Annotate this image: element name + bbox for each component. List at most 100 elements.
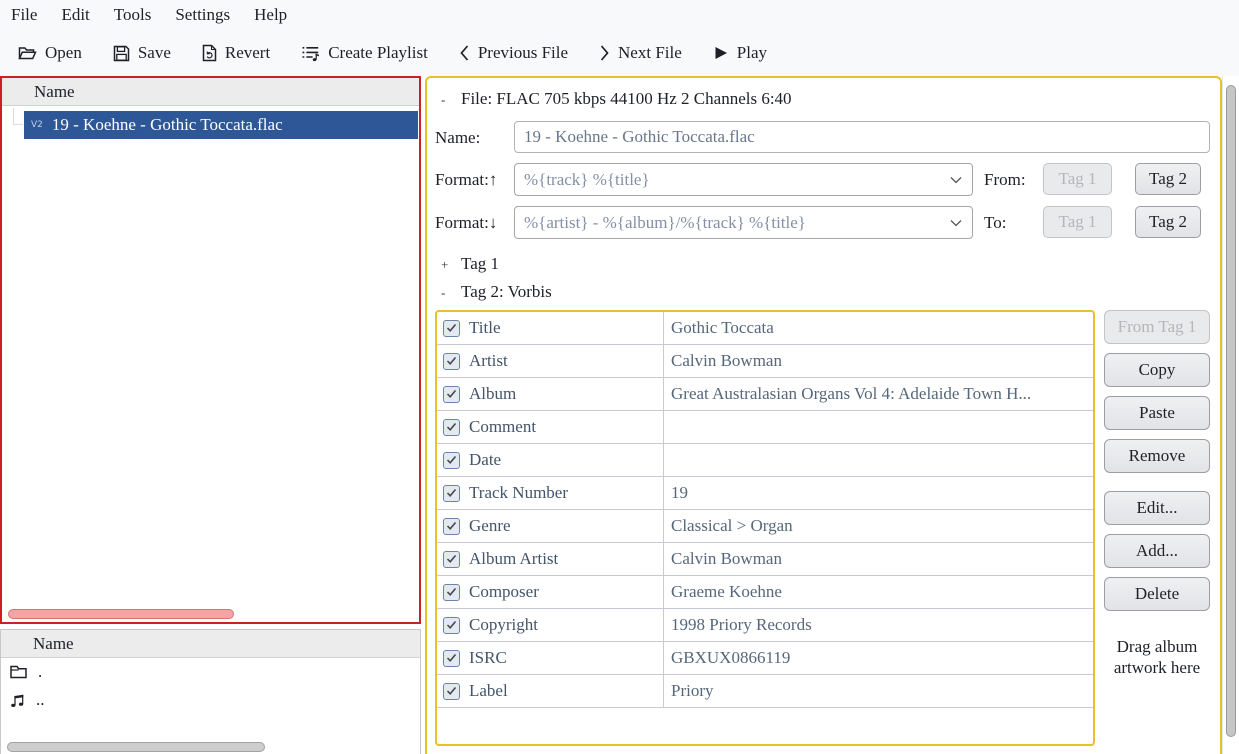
file-list-panel: Name V219 - Koehne - Gothic Toccata.flac [0, 76, 421, 624]
toolbar-button-label: Play [737, 43, 767, 63]
toolbar-revert-button[interactable]: Revert [202, 43, 270, 63]
tag-value-copyright[interactable]: 1998 Priory Records [664, 609, 1093, 641]
paste-button[interactable]: Paste [1104, 396, 1210, 430]
checkbox-comment[interactable] [443, 419, 460, 436]
to-tag2-button[interactable]: Tag 2 [1135, 206, 1201, 238]
play-icon [713, 45, 729, 61]
checkbox-title[interactable] [443, 320, 460, 337]
checkbox-composer[interactable] [443, 584, 460, 601]
directory-list-hscrollbar[interactable] [1, 741, 420, 753]
filename-label: Name: [435, 128, 480, 148]
menu-edit[interactable]: Edit [61, 5, 89, 25]
vertical-scrollbar[interactable] [1222, 76, 1239, 754]
file-section-header: - File: FLAC 705 kbps 44100 Hz 2 Channel… [441, 89, 792, 109]
tag-value-isrc[interactable]: GBXUX0866119 [664, 642, 1093, 674]
tag-row-title: TitleGothic Toccata [437, 312, 1093, 345]
tag-row-track-number: Track Number 19 [437, 477, 1093, 510]
tag-field-cell: Album [437, 378, 664, 410]
tag-value-text: 1998 Priory Records [671, 615, 812, 635]
tag1-section-toggle[interactable]: + [441, 257, 455, 273]
checkbox-album-artist[interactable] [443, 551, 460, 568]
file-list-item[interactable]: V219 - Koehne - Gothic Toccata.flac [24, 111, 418, 139]
toolbar-save-button[interactable]: Save [113, 43, 171, 63]
menu-file[interactable]: File [11, 5, 37, 25]
checkbox-label[interactable] [443, 683, 460, 700]
directory-list-hscrollbar-thumb[interactable] [7, 742, 265, 752]
tag-value-album[interactable]: Great Australasian Organs Vol 4: Adelaid… [664, 378, 1093, 410]
tag-value-comment[interactable] [664, 411, 1093, 443]
tag-row-date: Date [437, 444, 1093, 477]
checkbox-album[interactable] [443, 386, 460, 403]
from-tag1-action-button[interactable]: From Tag 1 [1104, 310, 1210, 344]
tag-field-label: Label [469, 681, 508, 701]
tag-value-album-artist[interactable]: Calvin Bowman [664, 543, 1093, 575]
tag-field-label: Artist [469, 351, 508, 371]
artwork-drop-area[interactable]: Drag album artwork here [1099, 636, 1215, 679]
tag-row-copyright: Copyright 1998 Priory Records [437, 609, 1093, 642]
directory-list-header-name[interactable]: Name [1, 630, 420, 658]
tag-value-date[interactable] [664, 444, 1093, 476]
from-tag1-button[interactable]: Tag 1 [1043, 163, 1112, 195]
combobox-value: %{track} %{title} [524, 170, 650, 190]
directory-list-item[interactable]: . [1, 658, 420, 686]
checkbox-track-number[interactable] [443, 485, 460, 502]
tag-field-label: Date [469, 450, 501, 470]
menu-tools[interactable]: Tools [114, 5, 152, 25]
toolbar-previous-file-button[interactable]: Previous File [459, 43, 568, 63]
chevron-right-icon [599, 44, 610, 62]
file-list-header-name[interactable]: Name [2, 78, 419, 106]
tag-field-cell: ISRC [437, 642, 664, 674]
tag-field-cell: Copyright [437, 609, 664, 641]
toolbar-button-label: Revert [225, 43, 270, 63]
checkbox-date[interactable] [443, 452, 460, 469]
checkbox-copyright[interactable] [443, 617, 460, 634]
to-tag1-button[interactable]: Tag 1 [1043, 206, 1112, 238]
file-list-hscrollbar[interactable] [2, 608, 419, 620]
copy-button[interactable]: Copy [1104, 353, 1210, 387]
tag-value-text: Calvin Bowman [671, 549, 782, 569]
tag-value-genre[interactable]: Classical > Organ [664, 510, 1093, 542]
tag-editor-panel: - File: FLAC 705 kbps 44100 Hz 2 Channel… [425, 76, 1222, 754]
tag-field-cell: Track Number [437, 477, 664, 509]
tag-value-text: 19 [671, 483, 688, 503]
tag-value-track-number[interactable]: 19 [664, 477, 1093, 509]
checkbox-artist[interactable] [443, 353, 460, 370]
directory-list-item[interactable]: .. [1, 686, 420, 714]
filename-input[interactable]: 19 - Koehne - Gothic Toccata.flac [514, 121, 1210, 153]
tag-value-title[interactable]: Gothic Toccata [664, 312, 1093, 344]
menu-settings[interactable]: Settings [175, 5, 230, 25]
menubar: File Edit Tools Settings Help [0, 0, 1239, 30]
tag-value-label[interactable]: Priory [664, 675, 1093, 707]
tag1-section-header: + Tag 1 [441, 254, 499, 274]
checkbox-genre[interactable] [443, 518, 460, 535]
tag-row-isrc: ISRCGBXUX0866119 [437, 642, 1093, 675]
format-from-filename-combobox[interactable]: %{track} %{title} [514, 163, 973, 196]
tag-value-artist[interactable]: Calvin Bowman [664, 345, 1093, 377]
delete-button[interactable]: Delete [1104, 577, 1210, 611]
tag1-section-title: Tag 1 [461, 254, 499, 274]
vertical-scrollbar-thumb[interactable] [1226, 85, 1236, 737]
from-tag2-button[interactable]: Tag 2 [1135, 163, 1201, 195]
remove-button[interactable]: Remove [1104, 439, 1210, 473]
tag-field-label: Copyright [469, 615, 538, 635]
add-button[interactable]: Add... [1104, 534, 1210, 568]
menu-help[interactable]: Help [254, 5, 287, 25]
format-to-filename-combobox[interactable]: %{artist} - %{album}/%{track} %{title} [514, 206, 973, 239]
save-icon [113, 45, 130, 62]
tag-field-cell: Comment [437, 411, 664, 443]
tag-value-text: Calvin Bowman [671, 351, 782, 371]
toolbar-create-playlist-button[interactable]: Create Playlist [301, 43, 428, 63]
file-list-hscrollbar-thumb[interactable] [8, 609, 234, 619]
checkbox-isrc[interactable] [443, 650, 460, 667]
toolbar-play-button[interactable]: Play [713, 43, 767, 63]
from-label: From: [984, 170, 1026, 190]
file-section-toggle[interactable]: - [441, 92, 455, 108]
tag-value-composer[interactable]: Graeme Koehne [664, 576, 1093, 608]
toolbar-open-button[interactable]: Open [18, 43, 82, 63]
directory-name-label: .. [36, 690, 45, 710]
file-info-text: File: FLAC 705 kbps 44100 Hz 2 Channels … [461, 89, 792, 109]
toolbar-next-file-button[interactable]: Next File [599, 43, 682, 63]
kid3-tag-editor-window: File Edit Tools Settings Help Open Save Revert… [0, 0, 1239, 754]
tag2-section-toggle[interactable]: - [441, 285, 455, 301]
edit-button[interactable]: Edit... [1104, 491, 1210, 525]
